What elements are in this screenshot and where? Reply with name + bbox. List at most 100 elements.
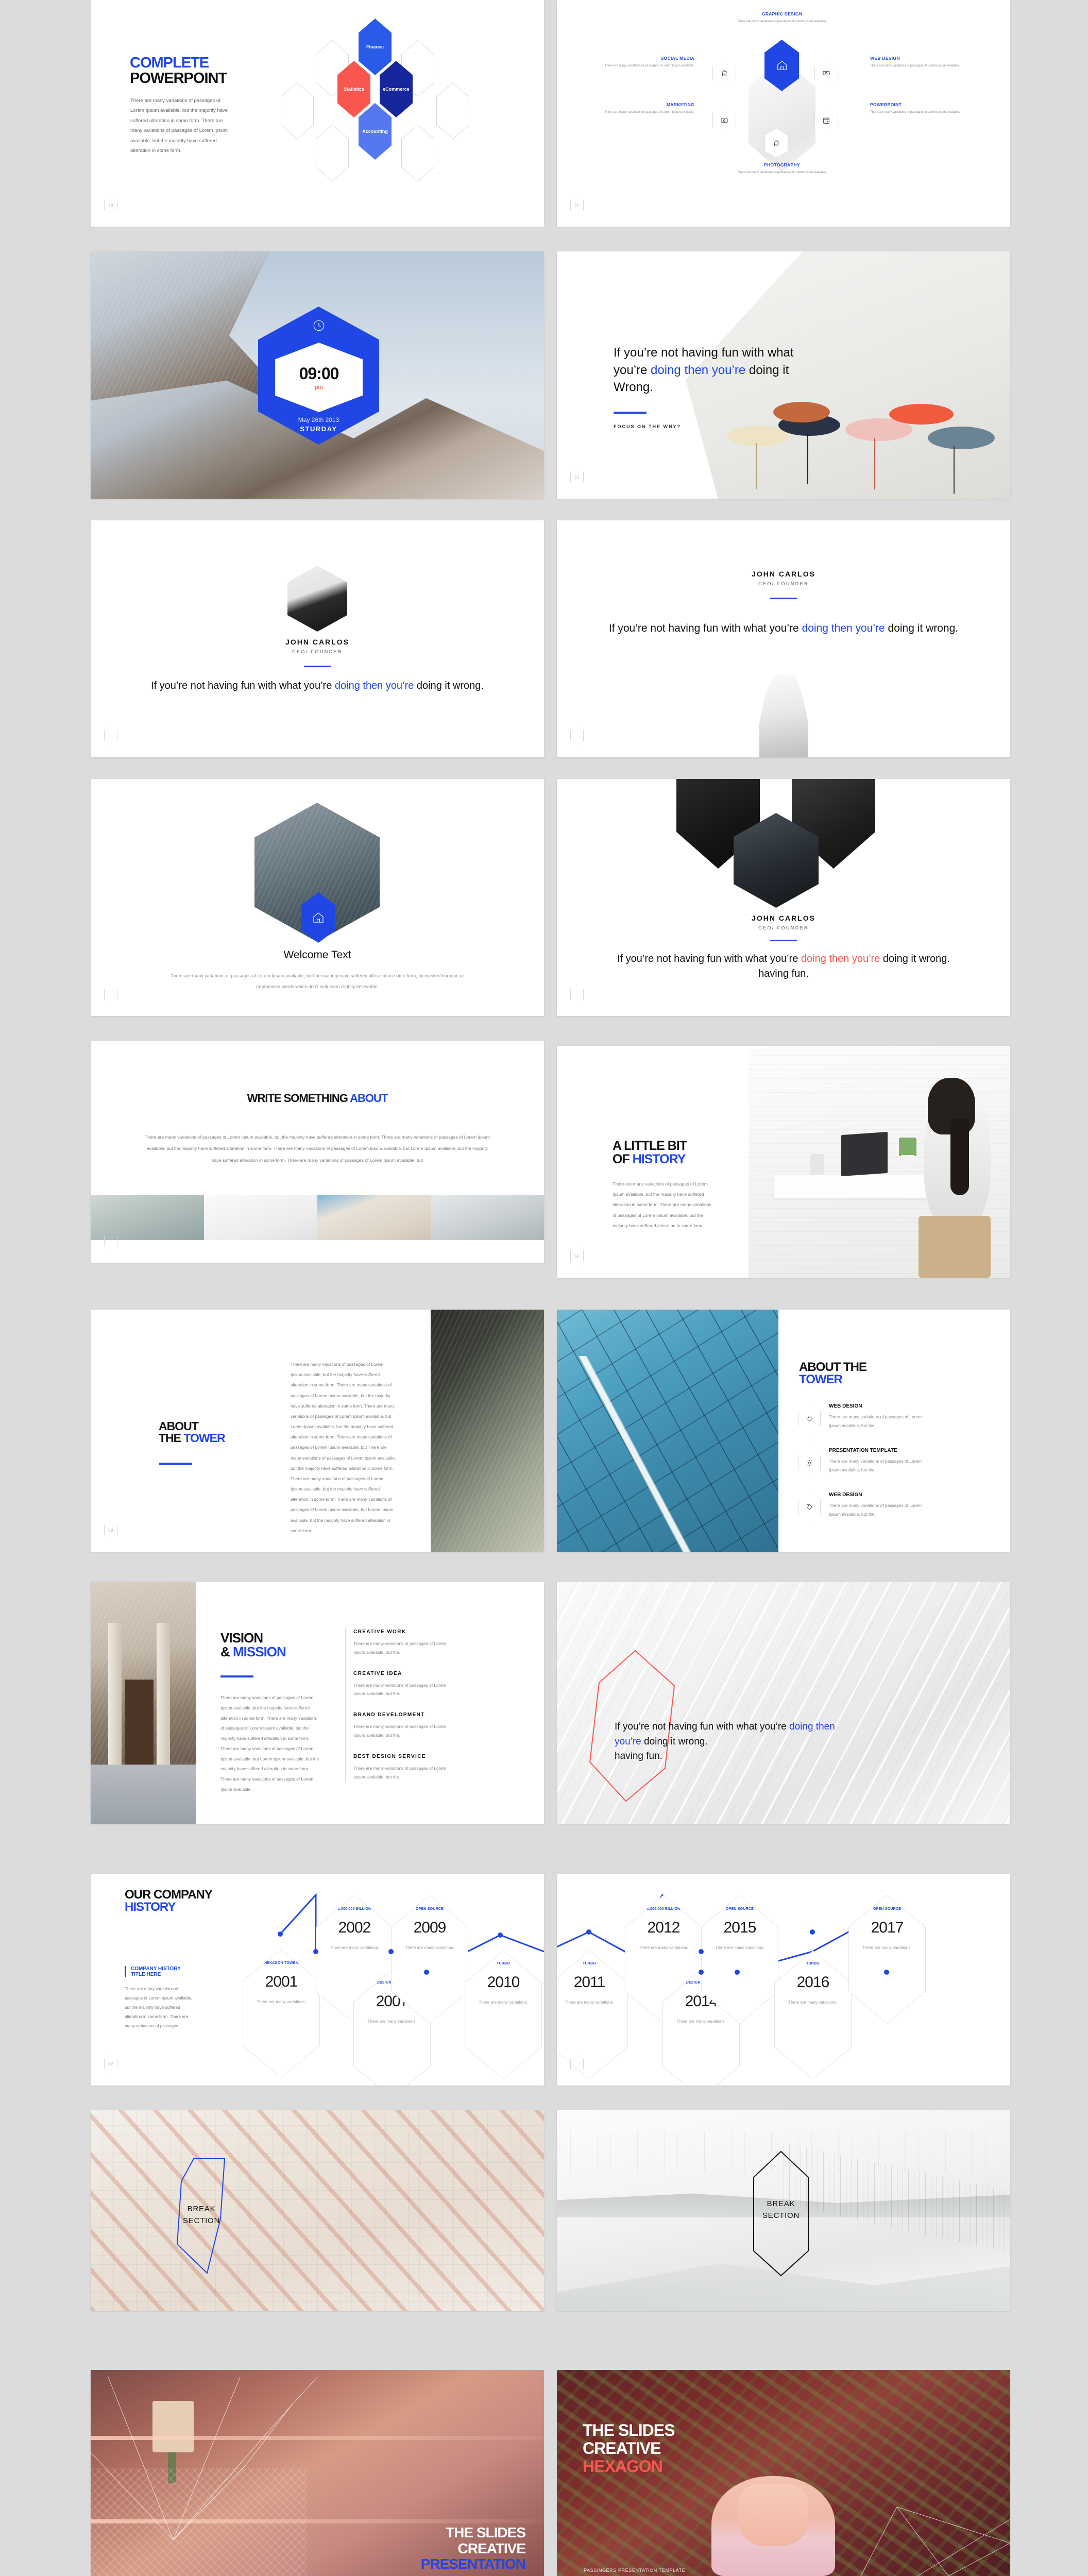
- timeline-dot: [313, 1949, 318, 1954]
- cup-icon: [722, 70, 727, 76]
- person-role: CEO/ FOUNDER: [292, 649, 343, 654]
- timeline-dot: [498, 1933, 503, 1938]
- break-line-1: BREAK: [187, 2205, 216, 2213]
- photo-stairs: [317, 1195, 431, 1240]
- slide-quote-furniture[interactable]: If you’re not having fun with what you’r…: [557, 251, 1010, 499]
- home-icon: [777, 61, 787, 70]
- service-text: There are many variations of passages of…: [604, 64, 694, 67]
- feature-list: WEB DESIGN There are many variations of …: [798, 1403, 999, 1522]
- calendar-icon: [823, 117, 829, 124]
- title-part-1: A LITTLE BIT: [613, 1139, 687, 1153]
- cover-line-1: THE SLIDES: [446, 2524, 526, 2541]
- feature-item[interactable]: WEB DESIGN There are many variations of …: [798, 1403, 999, 1433]
- event-note: There are many variations.: [565, 2000, 614, 2005]
- event-note: There are many variations.: [862, 1945, 912, 1950]
- slide-company-history-right[interactable]: TURBO 2011 There are many variations. 1,…: [557, 1874, 1010, 2086]
- hex-outline: [281, 82, 314, 139]
- hex-finance[interactable]: Finance: [359, 19, 392, 75]
- slide-about-the-tower-left[interactable]: ABOUT THE TOWER There are many variation…: [91, 1310, 544, 1552]
- title-part-1: ABOUT: [159, 1419, 199, 1433]
- quote-part-1: If you’re not having fun with what you’r…: [151, 680, 335, 691]
- slide-services-hexagon[interactable]: GRAPHIC DESIGN There are many variations…: [557, 0, 1010, 227]
- quote-text: If you’re not having fun with what you’r…: [557, 952, 1010, 981]
- cover-line-3: PRESENTATION: [420, 2555, 526, 2572]
- feature-label: BEST DESIGN SERVICE: [353, 1753, 426, 1759]
- quote-block: If you’re not having fun with what you’r…: [614, 344, 830, 429]
- feature-text: There are many variations of passages of…: [829, 1414, 922, 1428]
- title-part-1: VISION: [220, 1630, 263, 1646]
- slide-break-section-town[interactable]: BREAK SECTION: [91, 2110, 544, 2311]
- service-web-design: WEB DESIGN There are many variations of …: [870, 56, 981, 69]
- quote-part-2: doing it wrong.: [885, 622, 959, 634]
- feature-item[interactable]: BEST DESIGN SERVICE There are many varia…: [353, 1754, 456, 1782]
- event-year: 2017: [871, 1919, 904, 1936]
- hex-icon-social-media[interactable]: [712, 59, 736, 88]
- slide-break-section-interior[interactable]: BREAK SECTION: [557, 2110, 1010, 2311]
- slide-cover-presentation[interactable]: THE SLIDES CREATIVE PRESENTATION: [91, 2370, 544, 2576]
- service-graphic-design: GRAPHIC DESIGN There are many variations…: [705, 11, 859, 25]
- quote-highlight: doing then you’re: [802, 622, 885, 634]
- quote-text: If you’re not having fun with what you’r…: [91, 679, 544, 693]
- slide-testimonial-bottom-photo[interactable]: JOHN CARLOS CEO/ FOUNDER If you’re not h…: [557, 520, 1010, 757]
- quote-highlight: doing then you’re: [334, 680, 414, 691]
- feature-text: There are many variations of passages of…: [353, 1724, 447, 1738]
- break-line-2: SECTION: [762, 2211, 800, 2221]
- break-label: BREAK SECTION: [747, 2198, 814, 2222]
- service-text: There are many variations of passages of…: [870, 111, 960, 114]
- feature-item[interactable]: BRAND DEVELOPMENT There are many variati…: [353, 1712, 456, 1740]
- feature-item[interactable]: CREATIVE IDEA There are many variations …: [353, 1671, 456, 1699]
- accent-rule: [770, 598, 797, 599]
- quote-text: If you’re not having fun with what you’r…: [557, 621, 1010, 636]
- quote-part-1: If you’re not having fun with what you’r…: [617, 953, 801, 964]
- hex-accounting[interactable]: Accounting: [359, 103, 392, 160]
- clock-time: 09:00: [299, 364, 339, 383]
- quote-text: If you’re not having fun with what you’r…: [615, 1720, 857, 1764]
- slide-company-history-left[interactable]: OUR COMPANY HISTORY COMPANY HISTORY TITL…: [91, 1874, 544, 2086]
- hex-label: eCommerce: [383, 87, 410, 92]
- hex-icon-web-design[interactable]: [814, 59, 838, 88]
- slide-about-the-tower-right[interactable]: ABOUT THE TOWER WEB DESIGN There are man…: [557, 1310, 1010, 1552]
- feature-item[interactable]: WEB DESIGN There are many variations of …: [798, 1492, 999, 1522]
- event-note: There are many variations.: [330, 1945, 379, 1950]
- service-label: GRAPHIC DESIGN: [761, 11, 803, 16]
- slide-testimonial-top-photo[interactable]: JOHN CARLOS CEO/ FOUNDER If you’re not h…: [91, 520, 544, 757]
- slide-complete-powerpoint[interactable]: COMPLETE POWERPOINT There are many varia…: [91, 0, 544, 227]
- hex-icon-powerpoint[interactable]: [814, 106, 838, 135]
- event-note: There are many variations.: [479, 2000, 528, 2005]
- title-part-1: WRITE SOMETHING: [247, 1092, 350, 1105]
- page-number: [570, 725, 584, 746]
- slide-welcome-text[interactable]: Welcome Text There are many variations o…: [91, 779, 544, 1016]
- hex-icon-marketing[interactable]: [712, 106, 736, 135]
- service-powerpoint: POWERPOINT There are many variations of …: [870, 102, 981, 115]
- feature-item[interactable]: PRESENTATION TEMPLATE There are many var…: [798, 1448, 999, 1478]
- timeline-dot: [810, 1929, 815, 1935]
- page-title: ABOUT THE TOWER: [799, 1361, 867, 1386]
- slide-write-something-about[interactable]: WRITE SOMETHING ABOUT There are many var…: [91, 1041, 544, 1263]
- person-photo: [287, 566, 347, 632]
- glass-highlight-stripe: [562, 1356, 747, 1552]
- page-number: 58: [570, 1246, 584, 1266]
- timeline-dot: [884, 1970, 889, 1975]
- slide-vision-mission[interactable]: VISION & MISSION There are many variatio…: [91, 1582, 544, 1824]
- timeline-dot: [699, 1970, 704, 1975]
- slide-clock[interactable]: 09:00 pm May 26th 2013 STURDAY: [91, 251, 544, 499]
- page-number: 52: [570, 467, 584, 487]
- slide-a-little-bit-of-history[interactable]: A LITTLE BIT OF HISTORY There are many v…: [557, 1046, 1010, 1278]
- page-number: [570, 984, 584, 1005]
- slide-testimonial-trio[interactable]: JOHN CARLOS CEO/ FOUNDER If you’re not h…: [557, 779, 1010, 1016]
- slide-quote-red-hexagon[interactable]: If you’re not having fun with what you’r…: [557, 1582, 1010, 1824]
- hex-label: Finance: [366, 44, 384, 49]
- tag-icon: [806, 1504, 812, 1510]
- divider-vertical: [345, 1628, 346, 1783]
- cover-title: THE SLIDES CREATIVE PRESENTATION: [420, 2524, 526, 2572]
- timeline-dot: [735, 1970, 740, 1975]
- event-year: 2016: [796, 1974, 830, 1991]
- feature-item[interactable]: CREATIVE WORK There are many variations …: [353, 1629, 456, 1657]
- service-photography: PHOTOGRAPHY There are many variations of…: [705, 162, 859, 176]
- event-year: 2012: [647, 1919, 681, 1936]
- title-part-2: THE: [159, 1431, 184, 1445]
- slide-cover-hexagon[interactable]: THE SLIDES CREATIVE HEXAGON PASSINGERS P…: [557, 2370, 1010, 2576]
- hex-outline: [316, 125, 349, 181]
- event-year: 2002: [338, 1919, 371, 1936]
- feature-text: There are many variations of passages of…: [829, 1459, 922, 1472]
